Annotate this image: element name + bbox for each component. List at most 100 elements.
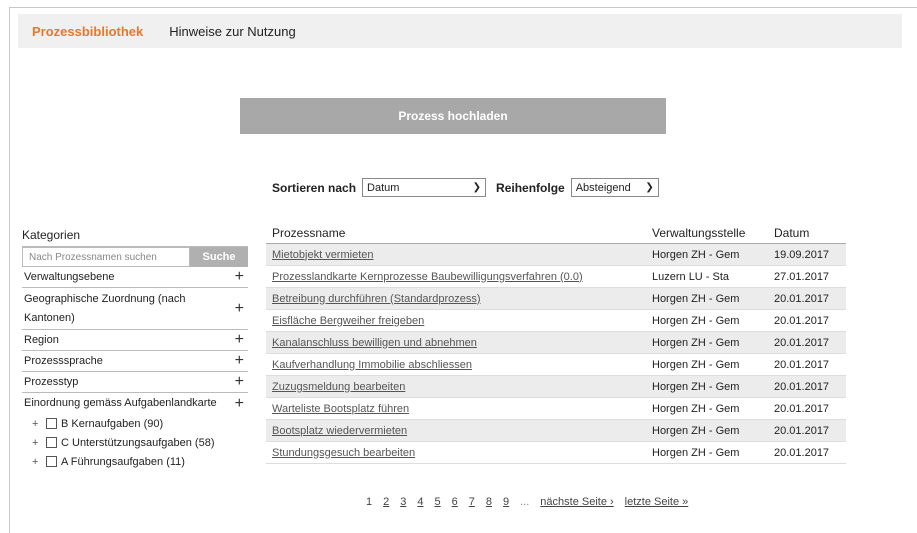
order-label: Reihenfolge bbox=[496, 180, 565, 195]
chevron-down-icon: ❯ bbox=[645, 182, 654, 193]
checkbox[interactable] bbox=[46, 456, 57, 467]
column-header-verwaltungsstelle: Verwaltungsstelle bbox=[652, 225, 746, 240]
search-button[interactable]: Suche bbox=[190, 247, 248, 267]
category-geographische-zuordnung[interactable]: Geographische Zuordnung (nach Kantonen) … bbox=[22, 288, 248, 330]
plus-icon[interactable]: + bbox=[235, 300, 244, 318]
page-link[interactable]: 9 bbox=[503, 496, 509, 508]
category-sidebar: Kategorien Nach Prozessnamen suchen Such… bbox=[22, 224, 248, 471]
table-row: Mietobjekt vermieten Horgen ZH - Gem 19.… bbox=[266, 244, 846, 266]
plus-icon[interactable]: + bbox=[235, 373, 244, 391]
process-link[interactable]: Prozesslandkarte Kernprozesse Baubewilli… bbox=[266, 271, 652, 283]
expand-icon[interactable]: + bbox=[32, 456, 46, 468]
cell-datum: 20.01.2017 bbox=[774, 446, 830, 459]
process-link[interactable]: Stundungsgesuch bearbeiten bbox=[266, 447, 652, 459]
page-current: 1 bbox=[366, 496, 373, 508]
page-link[interactable]: 6 bbox=[452, 496, 458, 508]
column-header-prozessname: Prozessname bbox=[272, 225, 346, 240]
cell-datum: 20.01.2017 bbox=[774, 402, 830, 415]
category-label: Einordnung gemäss Aufgabenlandkarte bbox=[24, 397, 217, 409]
page-link[interactable]: 5 bbox=[435, 496, 441, 508]
process-link[interactable]: Zuzugsmeldung bearbeiten bbox=[266, 381, 652, 393]
order-select-value: Absteigend bbox=[575, 181, 631, 194]
process-link[interactable]: Kaufverhandlung Immobilie abschliessen bbox=[266, 359, 652, 371]
table-row: Kaufverhandlung Immobilie abschliessen H… bbox=[266, 354, 846, 376]
cell-verwaltungsstelle: Horgen ZH - Gem bbox=[652, 314, 740, 327]
checkbox[interactable] bbox=[46, 418, 57, 429]
cell-verwaltungsstelle: Horgen ZH - Gem bbox=[652, 402, 740, 415]
cell-verwaltungsstelle: Horgen ZH - Gem bbox=[652, 292, 740, 305]
subcategory-item[interactable]: + C Unterstützungsaufgaben (58) bbox=[22, 433, 248, 452]
pagination: 1 2 3 4 5 6 7 8 9 ... nächste Seite › le… bbox=[366, 496, 699, 508]
chevron-down-icon: ❯ bbox=[472, 182, 482, 193]
table-row: Warteliste Bootsplatz führen Horgen ZH -… bbox=[266, 398, 846, 420]
cell-verwaltungsstelle: Horgen ZH - Gem bbox=[652, 358, 740, 371]
sort-select-value: Datum bbox=[367, 181, 400, 194]
sort-select[interactable]: Datum ❯ bbox=[362, 178, 487, 197]
plus-icon[interactable]: + bbox=[235, 352, 244, 370]
search-input[interactable]: Nach Prozessnamen suchen bbox=[22, 247, 190, 267]
category-region[interactable]: Region + bbox=[22, 330, 248, 351]
category-aufgabenlandkarte[interactable]: Einordnung gemäss Aufgabenlandkarte + bbox=[22, 393, 248, 414]
cell-verwaltungsstelle: Horgen ZH - Gem bbox=[652, 446, 740, 459]
plus-icon[interactable]: + bbox=[235, 395, 244, 413]
cell-datum: 20.01.2017 bbox=[774, 336, 830, 349]
process-link[interactable]: Eisfläche Bergweiher freigeben bbox=[266, 315, 652, 327]
category-label: Verwaltungsebene bbox=[24, 270, 115, 283]
sort-label: Sortieren nach bbox=[272, 180, 357, 195]
process-link[interactable]: Warteliste Bootsplatz führen bbox=[266, 403, 652, 415]
cell-verwaltungsstelle: Horgen ZH - Gem bbox=[652, 424, 740, 437]
process-link[interactable]: Bootsplatz wiedervermieten bbox=[266, 425, 652, 437]
cell-datum: 27.01.2017 bbox=[774, 270, 830, 283]
category-label: Prozesssprache bbox=[24, 354, 103, 367]
subcategory-label: B Kernaufgaben (90) bbox=[61, 417, 164, 430]
page-ellipsis: ... bbox=[520, 496, 530, 508]
plus-icon[interactable]: + bbox=[235, 268, 244, 286]
table-row: Betreibung durchführen (Standardprozess)… bbox=[266, 288, 846, 310]
expand-icon[interactable]: + bbox=[32, 418, 46, 430]
process-link[interactable]: Mietobjekt vermieten bbox=[266, 249, 652, 261]
last-page-link[interactable]: letzte Seite » bbox=[625, 496, 689, 508]
process-link[interactable]: Kanalanschluss bewilligen und abnehmen bbox=[266, 337, 652, 349]
subcategory-item[interactable]: + B Kernaufgaben (90) bbox=[22, 414, 248, 433]
sort-bar: Sortieren nach Datum ❯ Reihenfolge Abste… bbox=[272, 178, 659, 197]
category-verwaltungsebene[interactable]: Verwaltungsebene + bbox=[22, 267, 248, 288]
subcategory-item[interactable]: + A Führungsaufgaben (11) bbox=[22, 452, 248, 471]
page-link[interactable]: 4 bbox=[417, 496, 423, 508]
cell-verwaltungsstelle: Luzern LU - Sta bbox=[652, 270, 730, 283]
subcategory-label: C Unterstützungsaufgaben (58) bbox=[61, 436, 215, 449]
table-row: Zuzugsmeldung bearbeiten Horgen ZH - Gem… bbox=[266, 376, 846, 398]
cell-verwaltungsstelle: Horgen ZH - Gem bbox=[652, 380, 740, 393]
plus-icon[interactable]: + bbox=[235, 331, 244, 349]
next-page-link[interactable]: nächste Seite › bbox=[540, 496, 613, 508]
tab-hinweise[interactable]: Hinweise zur Nutzung bbox=[169, 24, 295, 39]
cell-datum: 20.01.2017 bbox=[774, 292, 830, 305]
page-link[interactable]: 2 bbox=[383, 496, 389, 508]
page-link[interactable]: 3 bbox=[400, 496, 406, 508]
expand-icon[interactable]: + bbox=[32, 437, 46, 449]
table-header: Prozessname Verwaltungsstelle Datum bbox=[266, 222, 846, 244]
cell-datum: 20.01.2017 bbox=[774, 358, 830, 371]
upload-process-button[interactable]: Prozess hochladen bbox=[240, 98, 666, 134]
category-prozesstyp[interactable]: Prozesstyp + bbox=[22, 372, 248, 393]
category-label: Prozesstyp bbox=[24, 375, 79, 388]
cell-datum: 19.09.2017 bbox=[774, 248, 830, 261]
page-link[interactable]: 8 bbox=[486, 496, 492, 508]
tab-prozessbibliothek[interactable]: Prozessbibliothek bbox=[32, 24, 143, 39]
cell-datum: 20.01.2017 bbox=[774, 380, 830, 393]
checkbox[interactable] bbox=[46, 437, 57, 448]
order-select[interactable]: Absteigend ❯ bbox=[570, 178, 659, 197]
table-row: Prozesslandkarte Kernprozesse Baubewilli… bbox=[266, 266, 846, 288]
process-table: Prozessname Verwaltungsstelle Datum Miet… bbox=[266, 222, 846, 464]
cell-verwaltungsstelle: Horgen ZH - Gem bbox=[652, 248, 740, 261]
table-row: Kanalanschluss bewilligen und abnehmen H… bbox=[266, 332, 846, 354]
category-prozesssprache[interactable]: Prozesssprache + bbox=[22, 351, 248, 372]
top-navigation: Prozessbibliothek Hinweise zur Nutzung bbox=[18, 14, 902, 48]
table-row: Bootsplatz wiedervermieten Horgen ZH - G… bbox=[266, 420, 846, 442]
cell-datum: 20.01.2017 bbox=[774, 314, 830, 327]
column-header-datum: Datum bbox=[774, 225, 810, 240]
page-link[interactable]: 7 bbox=[469, 496, 475, 508]
category-label: Region bbox=[24, 333, 59, 346]
cell-datum: 20.01.2017 bbox=[774, 424, 830, 437]
table-row: Eisfläche Bergweiher freigeben Horgen ZH… bbox=[266, 310, 846, 332]
process-link[interactable]: Betreibung durchführen (Standardprozess) bbox=[266, 293, 652, 305]
